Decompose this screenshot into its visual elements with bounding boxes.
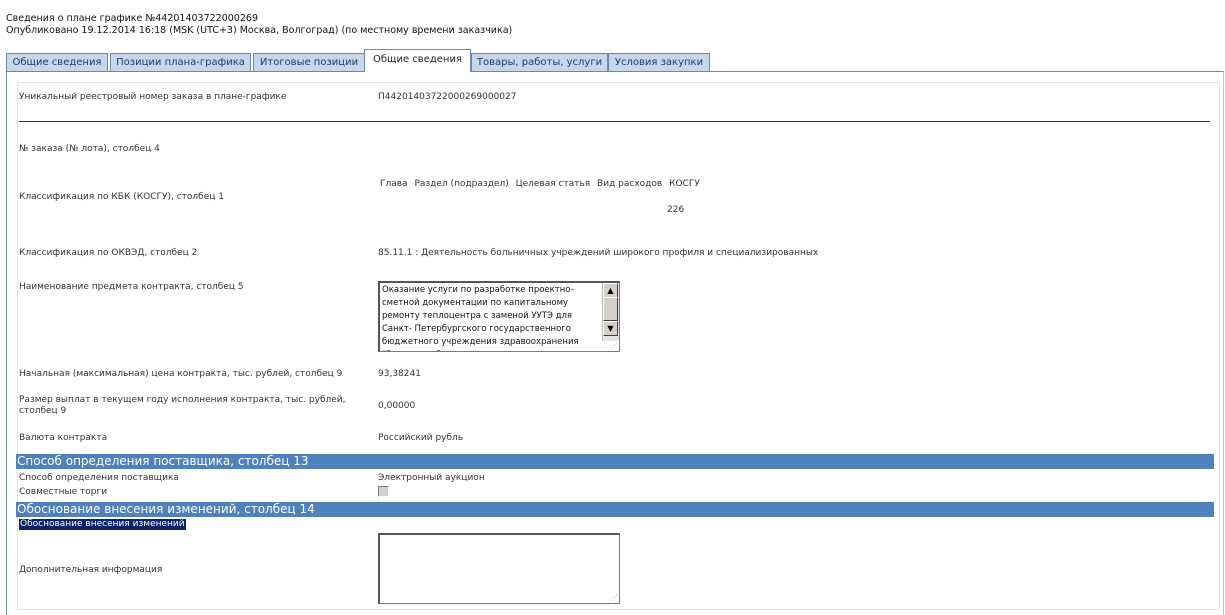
payments-value: 0,00000 bbox=[378, 401, 416, 411]
payments-label: Размер выплат в текущем году исполнения … bbox=[19, 395, 346, 416]
joint-label: Совместные торги bbox=[19, 487, 108, 497]
kbk-label: Классификация по КБК (КОСГУ), столбец 1 bbox=[19, 192, 224, 202]
max-price-value: 93,38241 bbox=[378, 369, 421, 379]
scroll-thumb[interactable] bbox=[603, 297, 618, 321]
supplier-section-header: Способ определения поставщика, столбец 1… bbox=[16, 454, 1214, 469]
plan-title: Сведения о плане графике №44201403722000… bbox=[6, 13, 258, 24]
extra-info-textarea[interactable]: ⋰ bbox=[378, 533, 620, 604]
max-price-label: Начальная (максимальная) цена контракта,… bbox=[19, 369, 343, 379]
tab-general-info[interactable]: Общие сведения bbox=[6, 53, 108, 71]
resize-grip-icon[interactable]: ⋰ bbox=[610, 342, 618, 350]
method-value: Электронный аукцион bbox=[378, 473, 485, 483]
scroll-down-button[interactable]: ▼ bbox=[603, 321, 618, 336]
method-label: Способ определения поставщика bbox=[19, 473, 179, 483]
kbk-col-target: Целевая статья bbox=[515, 179, 591, 189]
extra-info-text bbox=[382, 536, 617, 603]
subject-textarea[interactable]: Оказание услуги по разработке проектно-с… bbox=[378, 281, 620, 352]
unique-number-value: П44201403722000269000027 bbox=[378, 92, 517, 102]
published-info: Опубликовано 19.12.2014 16:18 (MSK (UTC+… bbox=[6, 25, 513, 36]
lot-number-label: № заказа (№ лота), столбец 4 bbox=[19, 144, 160, 154]
currency-value: Российский рубль bbox=[378, 433, 464, 443]
kbk-col-chapter: Глава bbox=[380, 179, 408, 189]
tab-total-positions[interactable]: Итоговые позиции bbox=[253, 53, 365, 71]
okved-label: Классификация по ОКВЭД, столбец 2 bbox=[19, 248, 198, 258]
extra-info-label: Дополнительная информация bbox=[19, 565, 163, 575]
unique-number-label: Уникальный реестровый номер заказа в пла… bbox=[19, 92, 287, 102]
subject-text: Оказание услуги по разработке проектно-с… bbox=[382, 285, 579, 351]
joint-checkbox[interactable] bbox=[378, 486, 389, 497]
subject-label: Наименование предмета контракта, столбец… bbox=[19, 282, 244, 292]
subject-scrollbar[interactable]: ▲ ▼ bbox=[602, 283, 619, 341]
kbk-col-expense: Вид расходов bbox=[597, 179, 663, 189]
kbk-header-row: Глава Раздел (подраздел) Целевая статья … bbox=[380, 179, 704, 189]
tab-plan-positions[interactable]: Позиции плана-графика bbox=[110, 53, 251, 71]
reason-label: Обоснование внесения изменений bbox=[19, 519, 186, 530]
currency-label: Валюта контракта bbox=[19, 433, 108, 443]
page-header: Сведения о плане графике №44201403722000… bbox=[6, 13, 512, 37]
changes-section-header: Обоснование внесения изменений, столбец … bbox=[16, 502, 1214, 517]
divider bbox=[19, 121, 1210, 122]
tab-general-info-active[interactable]: Общие сведения bbox=[364, 49, 471, 72]
okved-value: 85.11.1 : Деятельность больничных учрежд… bbox=[378, 248, 819, 258]
resize-grip-icon[interactable]: ⋰ bbox=[610, 594, 618, 602]
scroll-up-button[interactable]: ▲ bbox=[603, 283, 618, 298]
tab-purchase-conditions[interactable]: Условия закупки bbox=[608, 53, 710, 71]
kbk-col-kosgu: КОСГУ bbox=[669, 179, 700, 189]
kbk-col-section: Раздел (подраздел) bbox=[414, 179, 509, 189]
tab-goods-works-services[interactable]: Товары, работы, услуги bbox=[471, 53, 608, 71]
kosgu-value: 226 bbox=[667, 205, 685, 215]
